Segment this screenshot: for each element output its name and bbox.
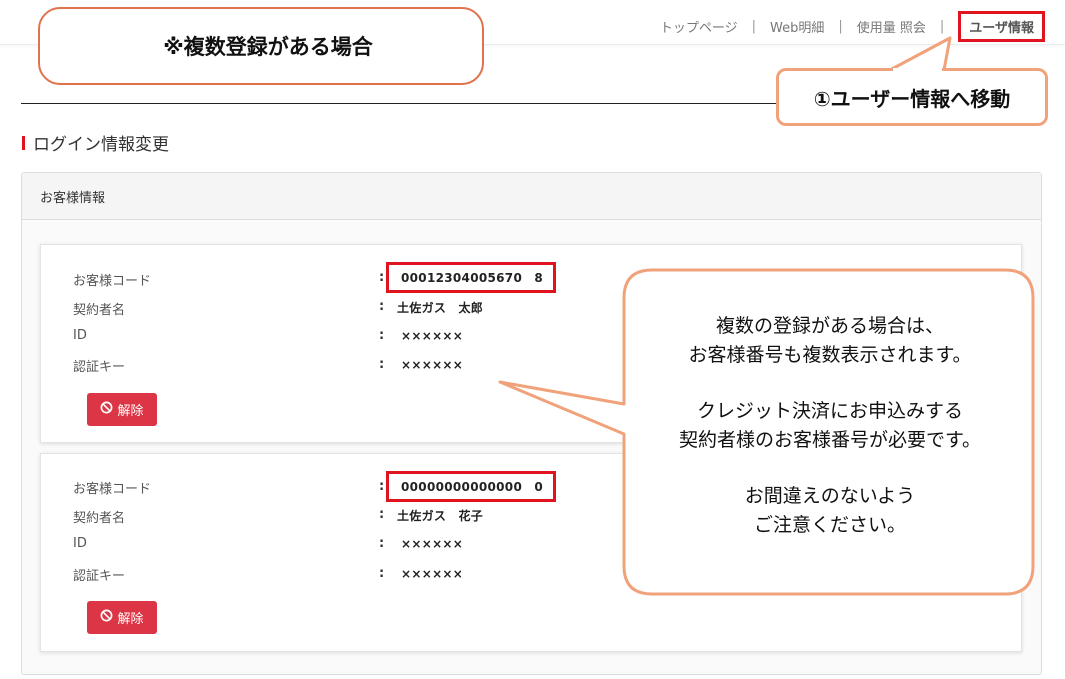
callout-line: 契約者様のお客様番号が必要です。 bbox=[678, 428, 982, 451]
callout-line: お客様番号も複数表示されます。 bbox=[688, 343, 972, 366]
explanation-callout-text: 複数の登録がある場合は、 お客様番号も複数表示されます。 クレジット決済にお申込… bbox=[628, 312, 1032, 539]
callout-line: クレジット決済にお申込みする bbox=[696, 400, 963, 422]
callout-line: お間違えのないよう bbox=[744, 485, 916, 507]
callout-line bbox=[628, 369, 1032, 397]
callout-line bbox=[628, 454, 1032, 482]
callout-line: 複数の登録がある場合は、 bbox=[715, 315, 944, 337]
callout-line: ご注意ください。 bbox=[753, 513, 906, 536]
